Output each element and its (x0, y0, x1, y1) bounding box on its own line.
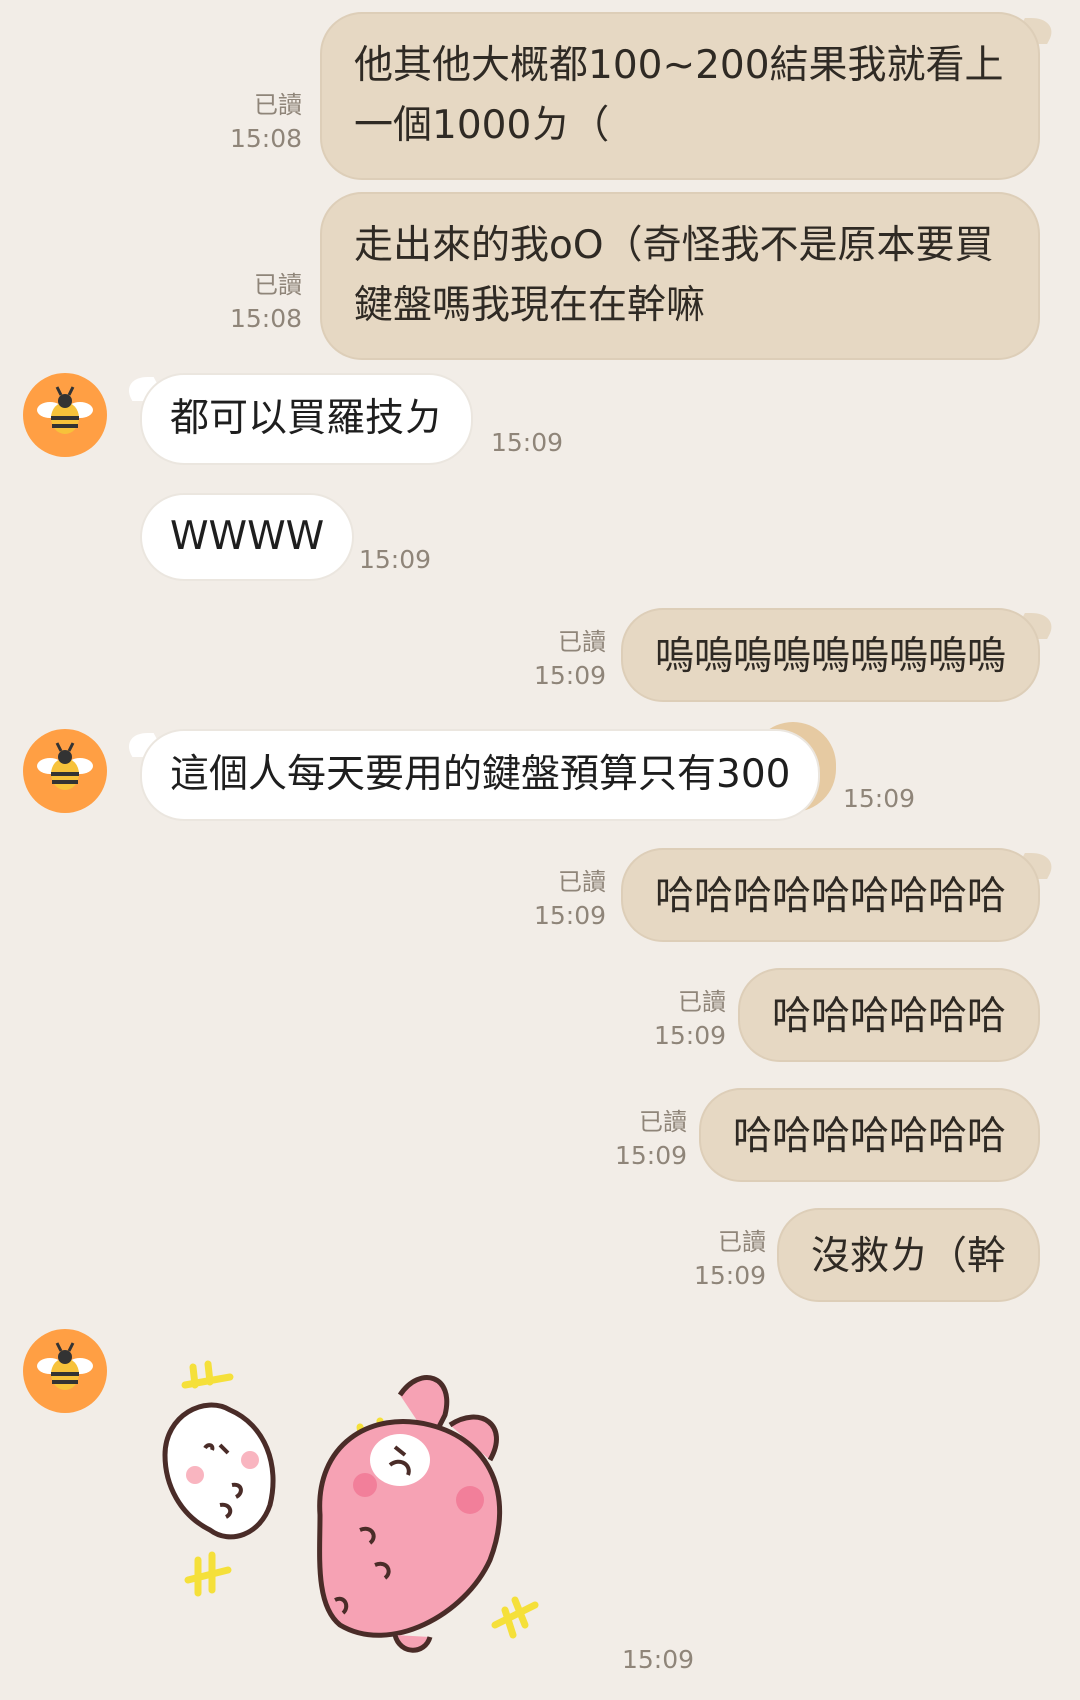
read-receipt: 已讀 (558, 868, 606, 896)
message-meta: 已讀 15:09 (534, 865, 606, 933)
message-bubble-incoming[interactable]: 這個人每天要用的鍵盤預算只有300 (140, 729, 821, 821)
read-receipt: 已讀 (254, 91, 302, 119)
message-bubble-incoming[interactable]: 都可以買羅技ㄉ (140, 373, 474, 465)
message-time: 15:09 (359, 545, 432, 574)
message-meta: 已讀 15:09 (534, 625, 606, 693)
message-bubble-outgoing[interactable]: 哈哈哈哈哈哈哈 (698, 1088, 1040, 1182)
contact-avatar[interactable] (23, 729, 107, 813)
message-bubble-outgoing[interactable]: 哈哈哈哈哈哈哈哈哈 (620, 848, 1040, 942)
piske-character (162, 1402, 276, 1540)
message-time: 15:09 (533, 661, 606, 690)
sticker-image[interactable] (150, 1355, 580, 1675)
message-bubble-incoming[interactable]: WWWW (140, 493, 355, 581)
message-time: 15:09 (491, 428, 564, 457)
message-time: 15:09 (614, 1141, 687, 1170)
usagi-character (317, 1375, 503, 1653)
read-receipt: 已讀 (678, 988, 726, 1016)
message-time: 15:08 (229, 304, 302, 333)
message-time: 15:09 (622, 1645, 695, 1674)
message-bubble-outgoing[interactable]: 他其他大概都100~200結果我就看上 一個1000ㄉ（ (320, 12, 1040, 180)
message-time: 15:09 (653, 1021, 726, 1050)
message-meta: 已讀 15:09 (654, 985, 726, 1053)
message-meta: 已讀 15:09 (694, 1225, 766, 1293)
message-meta: 已讀 15:08 (230, 268, 302, 336)
read-receipt: 已讀 (639, 1108, 687, 1136)
contact-avatar[interactable] (23, 1329, 107, 1413)
bee-icon (37, 742, 93, 790)
read-receipt: 已讀 (558, 628, 606, 656)
message-bubble-outgoing[interactable]: 沒救ㄌ（幹 (776, 1208, 1040, 1302)
message-time: 15:09 (843, 784, 916, 813)
message-meta: 已讀 15:08 (230, 88, 302, 156)
read-receipt: 已讀 (254, 271, 302, 299)
contact-avatar[interactable] (23, 373, 107, 457)
message-time: 15:09 (693, 1261, 766, 1290)
bee-icon (37, 386, 93, 434)
message-bubble-outgoing[interactable]: 嗚嗚嗚嗚嗚嗚嗚嗚嗚 (620, 608, 1040, 702)
read-receipt: 已讀 (718, 1228, 766, 1256)
bee-icon (37, 1342, 93, 1390)
message-time: 15:09 (533, 901, 606, 930)
chat-log[interactable]: 已讀 15:08 他其他大概都100~200結果我就看上 一個1000ㄉ（ 已讀… (0, 0, 1080, 1700)
message-time: 15:08 (229, 124, 302, 153)
message-bubble-outgoing[interactable]: 走出來的我oO（奇怪我不是原本要買 鍵盤嗎我現在在幹嘛 (320, 192, 1040, 360)
message-meta: 已讀 15:09 (615, 1105, 687, 1173)
message-bubble-outgoing[interactable]: 哈哈哈哈哈哈 (737, 968, 1040, 1062)
